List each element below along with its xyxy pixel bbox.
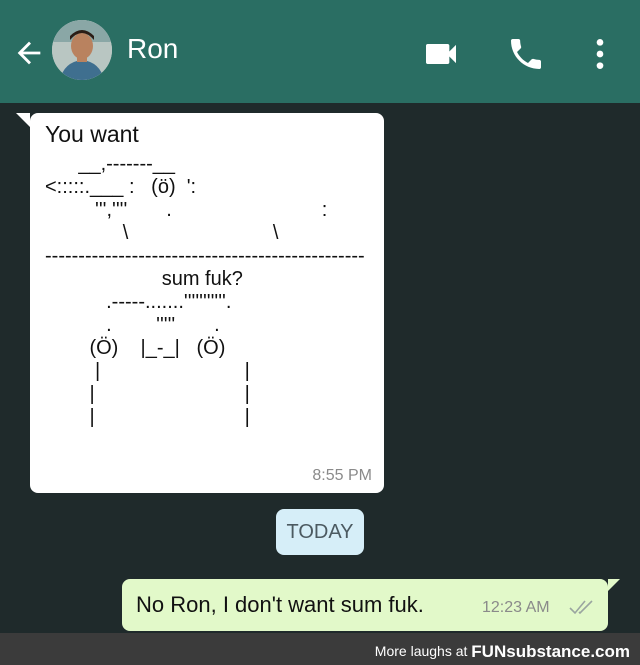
video-call-icon[interactable]	[421, 34, 461, 74]
back-arrow-icon[interactable]	[12, 36, 46, 70]
date-divider: TODAY	[276, 509, 364, 555]
watermark-footer: More laughs at FUNsubstance.com	[0, 633, 640, 665]
chat-header: Ron	[0, 0, 640, 103]
phone-icon[interactable]	[506, 34, 546, 74]
double-check-read-icon	[569, 600, 593, 615]
watermark-credit: More laughs at FUNsubstance.com	[375, 641, 630, 661]
contact-avatar[interactable]	[52, 20, 112, 80]
watermark-site: FUNsubstance.com	[471, 642, 630, 661]
outgoing-message-text: No Ron, I don't want sum fuk.	[136, 592, 424, 617]
ascii-art-text: __,-------__ <:::::.___ : (ö) ': ''','''…	[45, 153, 365, 428]
watermark-prefix: More laughs at	[374, 643, 468, 659]
incoming-message[interactable]: You want __,-------__ <:::::.___ : (ö) '…	[16, 113, 384, 493]
incoming-message-text: You want	[45, 121, 139, 147]
outgoing-timestamp: 12:23 AM	[482, 599, 550, 616]
outgoing-message[interactable]: No Ron, I don't want sum fuk. 12:23 AM	[122, 579, 620, 631]
contact-name[interactable]: Ron	[127, 33, 178, 65]
message-list[interactable]: You want __,-------__ <:::::.___ : (ö) '…	[0, 103, 640, 633]
incoming-timestamp: 8:55 PM	[312, 467, 372, 484]
more-options-icon[interactable]	[580, 34, 620, 74]
